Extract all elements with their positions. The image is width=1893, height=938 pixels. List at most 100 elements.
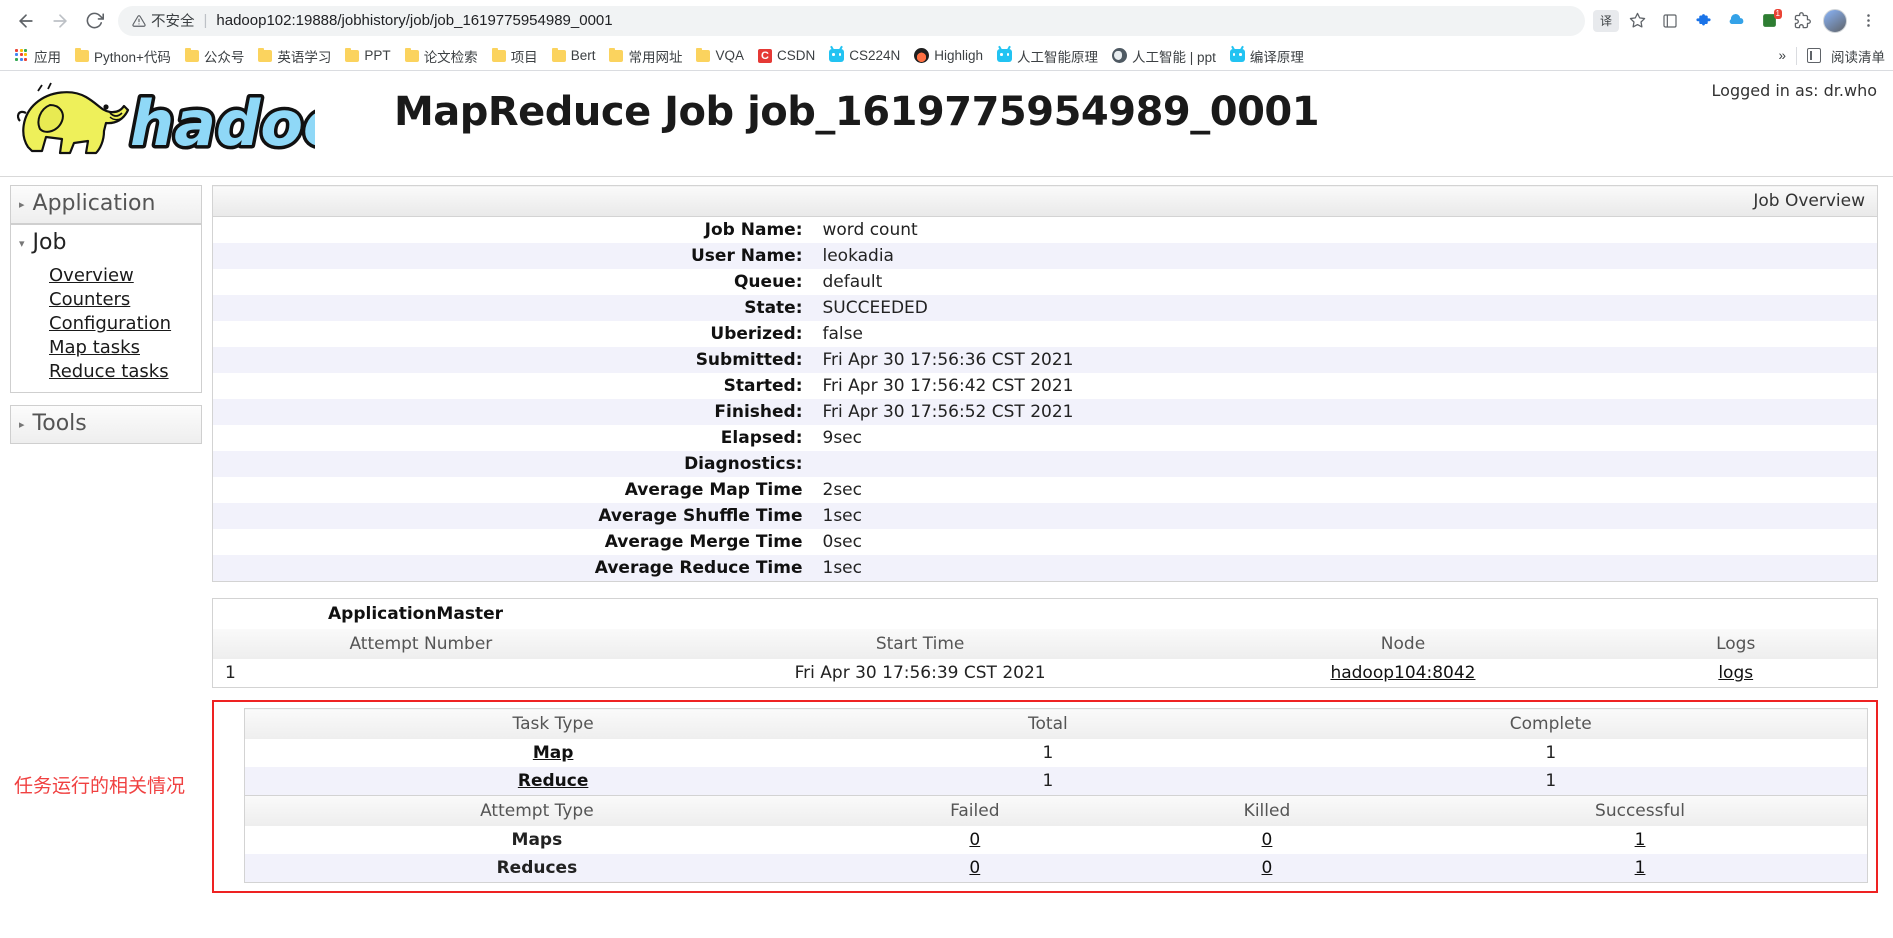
reading-list-panel-icon[interactable] xyxy=(1807,48,1821,63)
reduces-failed-link[interactable]: 0 xyxy=(969,858,980,878)
page-title: MapReduce Job job_1619775954989_0001 xyxy=(393,89,1320,135)
table-row: Diagnostics: xyxy=(212,451,1878,477)
maps-killed-link[interactable]: 0 xyxy=(1262,830,1273,850)
bookmarks-bar: 应用 Python+代码 公众号 英语学习 PPT 论文检索 项目 Bert 常… xyxy=(0,41,1893,70)
column-header-start-time: Start Time xyxy=(628,629,1212,659)
bookmark-cs224n[interactable]: CS224N xyxy=(822,46,907,65)
cell-start-time: Fri Apr 30 17:56:39 CST 2021 xyxy=(794,663,1046,683)
bookmark-label: 人工智能原理 xyxy=(1017,49,1099,65)
forward-arrow-icon[interactable] xyxy=(44,5,76,37)
translate-icon[interactable]: 译 xyxy=(1593,9,1619,32)
main-content: Job Overview Job Name: word count User N… xyxy=(212,177,1893,893)
hadoop-jobhistory-page: Logged in as: dr.who hadoop hado xyxy=(0,71,1893,937)
table-row: Elapsed: 9sec xyxy=(213,425,1878,451)
bookmark-common-sites[interactable]: 常用网址 xyxy=(602,44,689,68)
extension-puzzle-blue-icon[interactable] xyxy=(1688,6,1718,36)
table-row: User Name: leokadia xyxy=(212,243,1878,269)
logs-link[interactable]: logs xyxy=(1718,663,1753,683)
maps-successful-link[interactable]: 1 xyxy=(1635,830,1646,850)
reduce-tasks-link[interactable]: Reduce xyxy=(518,771,589,791)
toolbar-icons: 译 1 xyxy=(1593,6,1883,36)
extensions-icon[interactable] xyxy=(1787,6,1817,36)
row-value: 9sec xyxy=(822,428,862,448)
bookmark-label: 论文检索 xyxy=(423,49,478,65)
bookmark-ppt[interactable]: PPT xyxy=(338,46,397,65)
row-value: SUCCEEDED xyxy=(812,295,1878,321)
row-value: Fri Apr 30 17:56:42 CST 2021 xyxy=(822,376,1074,396)
sidebar-item-job[interactable]: ▾ Job xyxy=(10,224,202,262)
task-type-header-row: Task Type Total Complete xyxy=(244,708,1868,739)
reload-icon[interactable] xyxy=(78,5,110,37)
back-arrow-icon[interactable] xyxy=(10,5,42,37)
column-header-attempt-type: Attempt Type xyxy=(244,796,829,826)
bookmark-label: VQA xyxy=(715,48,744,63)
reading-list-icon[interactable] xyxy=(1655,6,1685,36)
row-label: Queue: xyxy=(733,272,803,292)
column-header-total: Total xyxy=(861,708,1235,739)
sidebar-link-map-tasks[interactable]: Map tasks xyxy=(49,336,201,360)
bookmark-highlight[interactable]: Highligh xyxy=(907,46,990,65)
extension-cloud-icon[interactable] xyxy=(1721,6,1751,36)
sidebar-item-tools[interactable]: ▸ Tools xyxy=(10,404,202,444)
bookmark-label: CS224N xyxy=(849,48,901,63)
attempt-type-header-row: Attempt Type Failed Killed Successful xyxy=(244,796,1868,826)
table-row: Reduce 1 1 xyxy=(244,767,1868,796)
csdn-icon: C xyxy=(757,48,772,63)
sidebar-item-application[interactable]: ▸ Application xyxy=(10,185,202,224)
bookmark-bert[interactable]: Bert xyxy=(545,46,603,65)
bookmark-project[interactable]: 项目 xyxy=(485,44,545,68)
sidebar-link-configuration[interactable]: Configuration xyxy=(49,312,201,336)
bookmark-english-study[interactable]: 英语学习 xyxy=(251,44,338,68)
row-value: 1sec xyxy=(812,555,1878,582)
url-text[interactable]: hadoop102:19888/jobhistory/job/job_16197… xyxy=(216,12,1571,29)
cell-attempt-type: Reduces xyxy=(244,854,829,883)
apps-grid-icon xyxy=(15,48,29,63)
row-label: Average Merge Time xyxy=(604,532,803,552)
bookmark-paper-search[interactable]: 论文检索 xyxy=(398,44,485,68)
bookmark-csdn[interactable]: C CSDN xyxy=(751,46,822,65)
row-value: 1sec xyxy=(812,503,1878,529)
map-tasks-link[interactable]: Map xyxy=(533,743,574,763)
bookmark-label: 人工智能 | ppt xyxy=(1132,49,1216,65)
annotation-text: 任务运行的相关情况 xyxy=(14,775,186,797)
bookmark-ai-ppt[interactable]: 人工智能 | ppt xyxy=(1105,44,1223,68)
bookmark-gongzhonghao[interactable]: 公众号 xyxy=(178,44,252,68)
column-header-failed: Failed xyxy=(828,796,1121,826)
sidebar-link-reduce-tasks[interactable]: Reduce tasks xyxy=(49,360,201,384)
sidebar-item-label: Application xyxy=(32,191,156,216)
sidebar-link-overview[interactable]: Overview xyxy=(49,264,201,288)
table-row: Job Name: word count xyxy=(213,217,1878,244)
reading-list-label[interactable]: 阅读清单 xyxy=(1831,46,1885,66)
maps-failed-link[interactable]: 0 xyxy=(969,830,980,850)
bookmark-vqa[interactable]: VQA xyxy=(689,46,751,65)
extension-red-badge-icon[interactable]: 1 xyxy=(1754,6,1784,36)
bookmark-compiler-principles[interactable]: 编译原理 xyxy=(1223,44,1311,68)
bookmarks-overflow-button[interactable]: » xyxy=(1778,48,1786,63)
row-label: Submitted: xyxy=(212,347,813,373)
bilibili-icon xyxy=(997,49,1013,62)
node-link[interactable]: hadoop104:8042 xyxy=(1330,663,1475,683)
sidebar-item-label: Job xyxy=(32,230,67,255)
row-value: default xyxy=(822,272,883,292)
browser-toolbar: 不安全 | hadoop102:19888/jobhistory/job/job… xyxy=(0,0,1893,41)
table-row: Submitted: Fri Apr 30 17:56:36 CST 2021 xyxy=(212,347,1878,373)
table-row: Reduces 0 0 1 xyxy=(244,854,1868,883)
chrome-menu-icon[interactable] xyxy=(1853,6,1883,36)
row-value: 0sec xyxy=(822,532,862,552)
sidebar-link-counters[interactable]: Counters xyxy=(49,288,201,312)
table-row: Average Merge Time 0sec xyxy=(213,529,1878,555)
bookmark-apps[interactable]: 应用 xyxy=(8,44,68,68)
folder-icon xyxy=(75,47,89,62)
address-bar[interactable]: 不安全 | hadoop102:19888/jobhistory/job/job… xyxy=(118,5,1585,36)
row-value: Fri Apr 30 17:56:36 CST 2021 xyxy=(812,347,1878,373)
reduces-killed-link[interactable]: 0 xyxy=(1262,858,1273,878)
row-value: 2sec xyxy=(822,480,862,500)
bookmark-label: 常用网址 xyxy=(628,49,683,65)
bookmark-ai-principles[interactable]: 人工智能原理 xyxy=(990,44,1105,68)
avatar[interactable] xyxy=(1820,6,1850,36)
bookmark-python-code[interactable]: Python+代码 xyxy=(68,44,178,68)
bookmark-label: Bert xyxy=(570,48,596,63)
reduces-successful-link[interactable]: 1 xyxy=(1635,858,1646,878)
cell-attempt-number: 1 xyxy=(225,663,236,683)
star-icon[interactable] xyxy=(1622,6,1652,36)
